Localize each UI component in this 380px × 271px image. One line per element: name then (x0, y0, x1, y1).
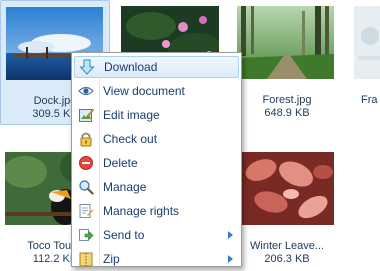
thumbnail-image (237, 6, 334, 79)
menu-item-view-document[interactable]: View document (74, 80, 239, 102)
magnifier-icon (74, 176, 98, 198)
file-name: Winter Leave... (250, 240, 324, 252)
context-menu: Download View document Edit image Check … (71, 52, 242, 267)
file-name: Fra (361, 94, 378, 106)
file-size: 648.9 KB (264, 107, 310, 119)
file-tile-forest[interactable]: Forest.jpg 648.9 KB (232, 0, 342, 125)
submenu-arrow-icon (228, 255, 233, 263)
lock-icon (74, 128, 98, 150)
menu-item-edit-image[interactable]: Edit image (74, 104, 239, 126)
edit-image-icon (74, 104, 98, 126)
thumbnail-image (241, 152, 334, 225)
menu-item-label: Delete (103, 156, 138, 170)
menu-item-download[interactable]: Download (74, 56, 239, 78)
menu-item-send-to[interactable]: Send to (74, 224, 239, 246)
menu-item-delete[interactable]: Delete (74, 152, 239, 174)
file-name: Forest.jpg (262, 94, 312, 106)
rights-icon (74, 200, 98, 222)
thumbnail-image (354, 6, 380, 79)
delete-icon (74, 152, 98, 174)
submenu-arrow-icon (228, 231, 233, 239)
menu-item-check-out[interactable]: Check out (74, 128, 239, 150)
menu-item-manage-rights[interactable]: Manage rights (74, 200, 239, 222)
menu-item-label: Check out (103, 132, 158, 146)
file-tile-fra[interactable]: Fra (348, 0, 380, 125)
menu-item-label: Send to (103, 228, 145, 242)
menu-item-label: Edit image (103, 108, 160, 122)
send-arrow-icon (74, 224, 98, 246)
file-tile-winter-leaves[interactable]: Winter Leave... 206.3 KB (232, 146, 342, 271)
menu-item-label: Download (104, 60, 158, 74)
zip-icon (74, 248, 98, 270)
menu-item-label: Manage rights (103, 204, 180, 218)
menu-item-label: View document (103, 84, 185, 98)
menu-item-label: Manage (103, 180, 147, 194)
eye-icon (74, 80, 98, 102)
file-size: 206.3 KB (264, 253, 310, 265)
menu-item-manage[interactable]: Manage (74, 176, 239, 198)
download-arrow-icon (75, 56, 99, 78)
menu-item-zip[interactable]: Zip (74, 248, 239, 270)
menu-item-label: Zip (103, 252, 120, 266)
